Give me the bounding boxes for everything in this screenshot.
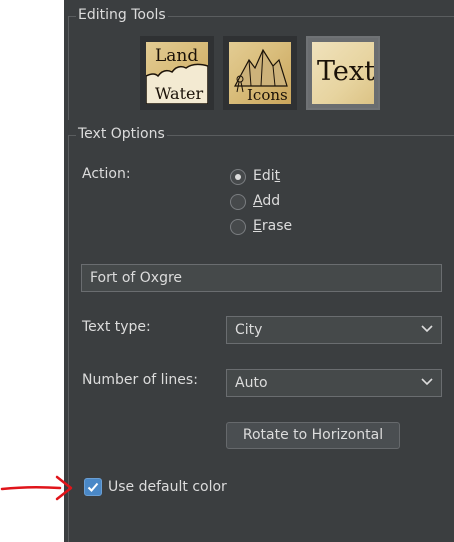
editing-tools-border [166, 16, 454, 17]
add-radio[interactable] [230, 194, 246, 210]
annotation-arrow-icon [0, 475, 73, 501]
text-label: Text [317, 56, 374, 87]
text-tool-button[interactable]: Text [306, 36, 380, 110]
add-radio-label[interactable]: Add [253, 193, 280, 209]
water-label: Water [155, 84, 204, 103]
checkmark-icon [87, 482, 99, 492]
text-options-border [160, 135, 454, 136]
text-type-label: Text type: [82, 319, 151, 335]
use-default-color-label[interactable]: Use default color [108, 479, 227, 495]
rotate-to-horizontal-button[interactable]: Rotate to Horizontal [226, 422, 400, 449]
icons-tool-button[interactable]: Icons [223, 36, 297, 110]
number-of-lines-value: Auto [235, 375, 268, 391]
icons-label: Icons [247, 86, 288, 104]
editing-tools-border [68, 16, 69, 120]
erase-radio-label[interactable]: Erase [253, 218, 292, 234]
mountain-icon: Icons [229, 42, 291, 104]
text-options-border [68, 135, 76, 136]
text-tool-icon: Text [312, 42, 374, 104]
text-type-select[interactable]: City [226, 316, 442, 344]
editing-tools-title: Editing Tools [76, 7, 168, 23]
use-default-color-checkbox[interactable] [84, 478, 102, 496]
land-water-icon: Land Water [146, 42, 208, 104]
text-content-input[interactable] [82, 265, 441, 291]
chevron-down-icon [421, 325, 433, 333]
action-label: Action: [82, 166, 131, 182]
number-of-lines-select[interactable]: Auto [226, 369, 442, 397]
edit-radio[interactable] [230, 169, 246, 185]
erase-radio[interactable] [230, 219, 246, 235]
text-options-title: Text Options [76, 126, 167, 142]
chevron-down-icon [421, 378, 433, 386]
number-of-lines-label: Number of lines: [82, 372, 198, 388]
edit-radio-label[interactable]: Edit [253, 168, 280, 184]
land-water-tool-button[interactable]: Land Water [140, 36, 214, 110]
editing-tools-border [68, 16, 76, 17]
text-type-value: City [235, 322, 263, 338]
text-content-field[interactable] [81, 264, 442, 292]
land-label: Land [155, 46, 199, 66]
